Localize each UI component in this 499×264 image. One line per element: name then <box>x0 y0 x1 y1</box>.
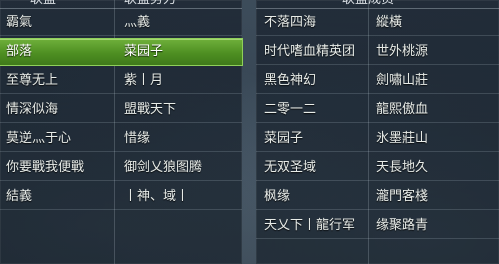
member-alliance-b: 龍熙傲血 <box>376 102 429 117</box>
member-row[interactable]: 黑色神幻 劍嘯山莊 <box>256 68 499 94</box>
member-alliance-b: 瀧門客棧 <box>376 189 429 204</box>
member-alliance-b: 氷墨莊山 <box>376 131 429 146</box>
alliance-name: 結義 <box>6 189 33 204</box>
alliance-leader: 惜缘 <box>124 131 151 146</box>
member-alliance-a: 黑色神幻 <box>264 73 317 88</box>
member-alliance-a: 二零一二 <box>264 102 317 117</box>
alliance-name: 部落 <box>6 44 33 59</box>
header-alliance: 联盟 <box>30 0 56 8</box>
row-separator <box>256 93 499 94</box>
member-alliance-a: 时代嗜血精英团 <box>264 44 356 59</box>
row-separator <box>256 180 499 181</box>
member-alliance-b: 缘聚路青 <box>376 218 429 233</box>
alliance-row[interactable]: 你要戰我便戰 御剑乂狼图腾 <box>0 155 242 181</box>
row-separator <box>0 209 242 210</box>
alliance-members-panel: 联盟成员 不落四海 縱橫时代嗜血精英团 世外桃源黑色神幻 劍嘯山莊二零一二 龍熙傲血菜园… <box>256 0 499 264</box>
member-alliance-a: 不落四海 <box>264 15 317 30</box>
alliance-name: 霸氣 <box>6 15 33 30</box>
member-row[interactable]: 不落四海 縱橫 <box>256 10 499 36</box>
member-alliance-b: 天長地久 <box>376 160 429 175</box>
alliance-name: 至尊无上 <box>6 73 59 88</box>
member-row[interactable]: 枫缘 瀧門客棧 <box>256 184 499 210</box>
row-separator <box>0 122 242 123</box>
member-row[interactable]: 二零一二 龍熙傲血 <box>256 97 499 123</box>
alliance-row[interactable]: 至尊无上 紫丨月 <box>0 68 242 94</box>
header-alliance-power: 联盟势力 <box>124 0 176 8</box>
alliance-leader: 灬義 <box>124 15 151 30</box>
alliance-name: 你要戰我便戰 <box>6 160 85 175</box>
row-separator <box>0 93 242 94</box>
member-row[interactable]: 无双圣域 天長地久 <box>256 155 499 181</box>
alliance-leader: 紫丨月 <box>124 73 164 88</box>
header-members: 联盟成员 <box>342 0 394 8</box>
alliance-name: 莫逆灬于心 <box>6 131 72 146</box>
member-alliance-a: 无双圣域 <box>264 160 317 175</box>
alliance-row[interactable]: 部落 菜园子 <box>0 39 242 65</box>
row-separator <box>0 180 242 181</box>
alliance-name: 情深似海 <box>6 102 59 117</box>
row-separator <box>256 122 499 123</box>
row-separator <box>256 238 499 239</box>
row-separator <box>0 151 242 152</box>
row-separator <box>256 151 499 152</box>
member-row[interactable]: 天乂下丨龍行军 缘聚路青 <box>256 213 499 239</box>
alliance-row[interactable]: 莫逆灬于心 惜缘 <box>0 126 242 152</box>
alliance-leader: 御剑乂狼图腾 <box>124 160 203 175</box>
alliance-members-header: 联盟成员 <box>256 0 499 9</box>
alliance-list-panel: 联盟 联盟势力 霸氣 灬義部落 菜园子至尊无上 紫丨月情深似海 盟戰天下莫逆灬于心 惜缘你… <box>0 0 242 264</box>
row-separator <box>256 35 499 36</box>
alliance-list-header: 联盟 联盟势力 <box>0 0 242 9</box>
alliance-leader: 丨神、域丨 <box>124 189 190 204</box>
member-row[interactable]: 菜园子 氷墨莊山 <box>256 126 499 152</box>
row-separator <box>0 35 242 36</box>
member-row[interactable]: 时代嗜血精英团 世外桃源 <box>256 39 499 65</box>
row-separator <box>256 64 499 65</box>
alliance-leader: 菜园子 <box>124 44 164 59</box>
member-alliance-a: 菜园子 <box>264 131 304 146</box>
member-alliance-b: 世外桃源 <box>376 44 429 59</box>
row-separator <box>256 209 499 210</box>
alliance-row[interactable]: 霸氣 灬義 <box>0 10 242 36</box>
member-alliance-a: 枫缘 <box>264 189 291 204</box>
alliance-row[interactable]: 情深似海 盟戰天下 <box>0 97 242 123</box>
alliance-leader: 盟戰天下 <box>124 102 177 117</box>
member-alliance-b: 劍嘯山莊 <box>376 73 429 88</box>
alliance-row[interactable]: 結義 丨神、域丨 <box>0 184 242 210</box>
member-alliance-a: 天乂下丨龍行军 <box>264 218 356 233</box>
member-alliance-b: 縱橫 <box>376 15 403 30</box>
